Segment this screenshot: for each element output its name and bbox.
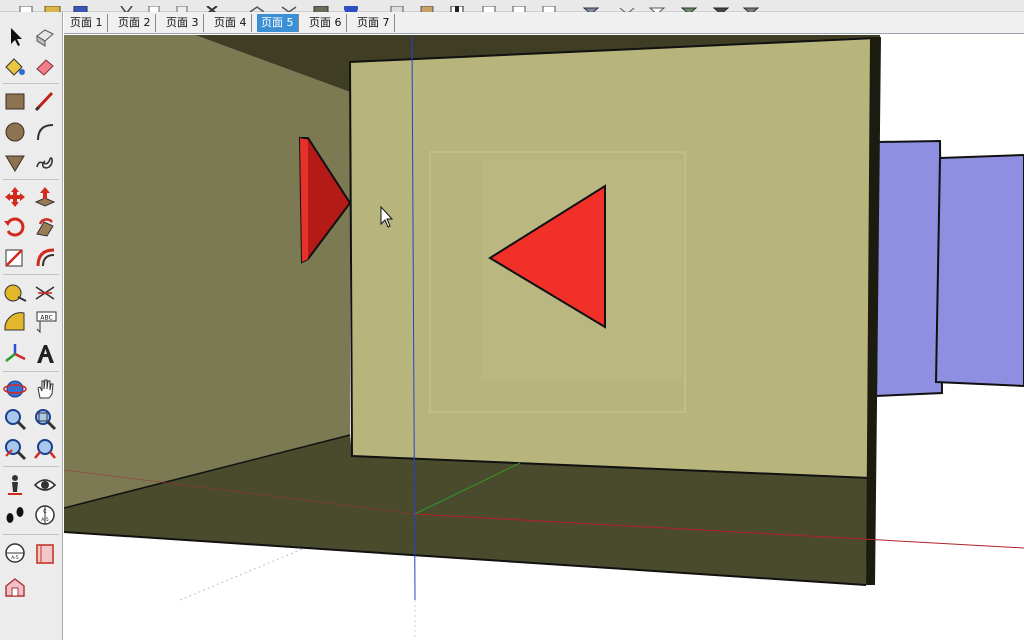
save-icon[interactable] (72, 0, 90, 15)
tape-measure-tool-icon[interactable] (2, 279, 28, 305)
arc-tool-icon[interactable] (32, 119, 58, 145)
scene-tab-2[interactable]: 页面 2 (114, 14, 156, 32)
axes-tool-icon[interactable] (2, 341, 28, 367)
scene-tab-6[interactable]: 页面 6 (305, 14, 347, 32)
text-tool-label: ABC (40, 315, 52, 322)
section-label-b: A-5 (11, 555, 19, 561)
monochrome-icon[interactable] (742, 0, 760, 15)
blue-block-front (874, 139, 944, 398)
make-component-tool-icon[interactable] (32, 24, 58, 50)
open-file-icon[interactable] (44, 0, 62, 15)
cut-icon[interactable] (118, 0, 136, 15)
paint-bucket-tool-icon[interactable] (2, 53, 28, 79)
back-view-icon[interactable] (510, 0, 528, 15)
iso-view-icon[interactable] (388, 0, 406, 15)
model-viewport[interactable] (64, 35, 1024, 640)
rectangle-tool-icon[interactable] (2, 88, 28, 114)
sketchup-window: 页面 1 页面 2 页面 3 页面 4 页面 5 页面 6 页面 7 ABC C… (0, 0, 1024, 640)
zoom-window-tool-icon[interactable] (32, 406, 58, 432)
scene-tab-1[interactable]: 页面 1 (66, 14, 108, 32)
model-scene (64, 35, 1024, 640)
blue-block-back (934, 153, 1024, 388)
right-view-icon[interactable] (480, 0, 498, 15)
circle-tool-icon[interactable] (2, 119, 28, 145)
scene-tab-3[interactable]: 页面 3 (162, 14, 204, 32)
3d-text-tool-icon[interactable] (32, 341, 58, 367)
previous-view-tool-icon[interactable] (2, 436, 28, 462)
redo-icon[interactable] (280, 0, 298, 13)
pan-tool-icon[interactable] (32, 376, 58, 402)
offset-tool-icon[interactable] (32, 244, 58, 270)
orbit-tool-icon[interactable] (2, 376, 28, 402)
scene-tab-4[interactable]: 页面 4 (210, 14, 252, 32)
move-tool-icon[interactable] (2, 184, 28, 210)
hidden-line-icon[interactable] (648, 0, 666, 15)
section-cut-tool-icon[interactable] (32, 540, 58, 566)
scene-tab-bar: 页面 1 页面 2 页面 3 页面 4 页面 5 页面 6 页面 7 (64, 12, 1024, 34)
section-display-tool-icon[interactable]: A-5 (2, 540, 28, 566)
main-toolbar (0, 0, 1024, 15)
polygon-tool-icon[interactable] (2, 149, 28, 175)
eraser-tool-icon[interactable] (32, 53, 58, 79)
paste-icon[interactable] (174, 0, 192, 15)
shaded-texture-icon[interactable] (712, 0, 730, 15)
new-file-icon[interactable] (18, 0, 36, 15)
text-tool-icon[interactable]: ABC (32, 309, 58, 335)
left-view-icon[interactable] (540, 0, 558, 15)
scene-tab-5[interactable]: 页面 5 (257, 14, 299, 32)
zoom-tool-icon[interactable] (2, 406, 28, 432)
print-icon[interactable] (312, 0, 330, 15)
rotate-tool-icon[interactable] (2, 214, 28, 240)
section-label-c: C (43, 509, 47, 515)
xray-icon[interactable] (582, 0, 600, 15)
front-view-icon[interactable] (448, 0, 466, 15)
warehouse-tool-icon[interactable] (2, 574, 28, 600)
undo-icon[interactable] (248, 0, 266, 13)
push-pull-tool-icon[interactable] (32, 184, 58, 210)
top-view-icon[interactable] (418, 0, 436, 15)
protractor-tool-icon[interactable] (2, 309, 28, 335)
look-around-tool-icon[interactable] (32, 472, 58, 498)
shaded-icon[interactable] (680, 0, 698, 15)
model-info-icon[interactable] (342, 0, 360, 15)
scene-tab-7[interactable]: 页面 7 (353, 14, 395, 32)
section-label-a: A-5 (41, 517, 49, 523)
erase-icon[interactable] (204, 0, 222, 15)
scale-tool-icon[interactable] (2, 244, 28, 270)
section-plane-tool-icon[interactable]: C A-5 (32, 502, 58, 528)
left-wall (64, 35, 350, 508)
copy-icon[interactable] (146, 0, 164, 15)
wireframe-icon[interactable] (618, 0, 636, 15)
select-tool-icon[interactable] (2, 24, 28, 50)
dimension-tool-icon[interactable] (32, 279, 58, 305)
zoom-extents-tool-icon[interactable] (32, 436, 58, 462)
tool-palette: ABC C A-5 A-5 (0, 12, 63, 640)
position-camera-tool-icon[interactable] (2, 472, 28, 498)
follow-me-tool-icon[interactable] (32, 214, 58, 240)
line-tool-icon[interactable] (32, 88, 58, 114)
freehand-tool-icon[interactable] (32, 149, 58, 175)
walk-tool-icon[interactable] (2, 502, 28, 528)
